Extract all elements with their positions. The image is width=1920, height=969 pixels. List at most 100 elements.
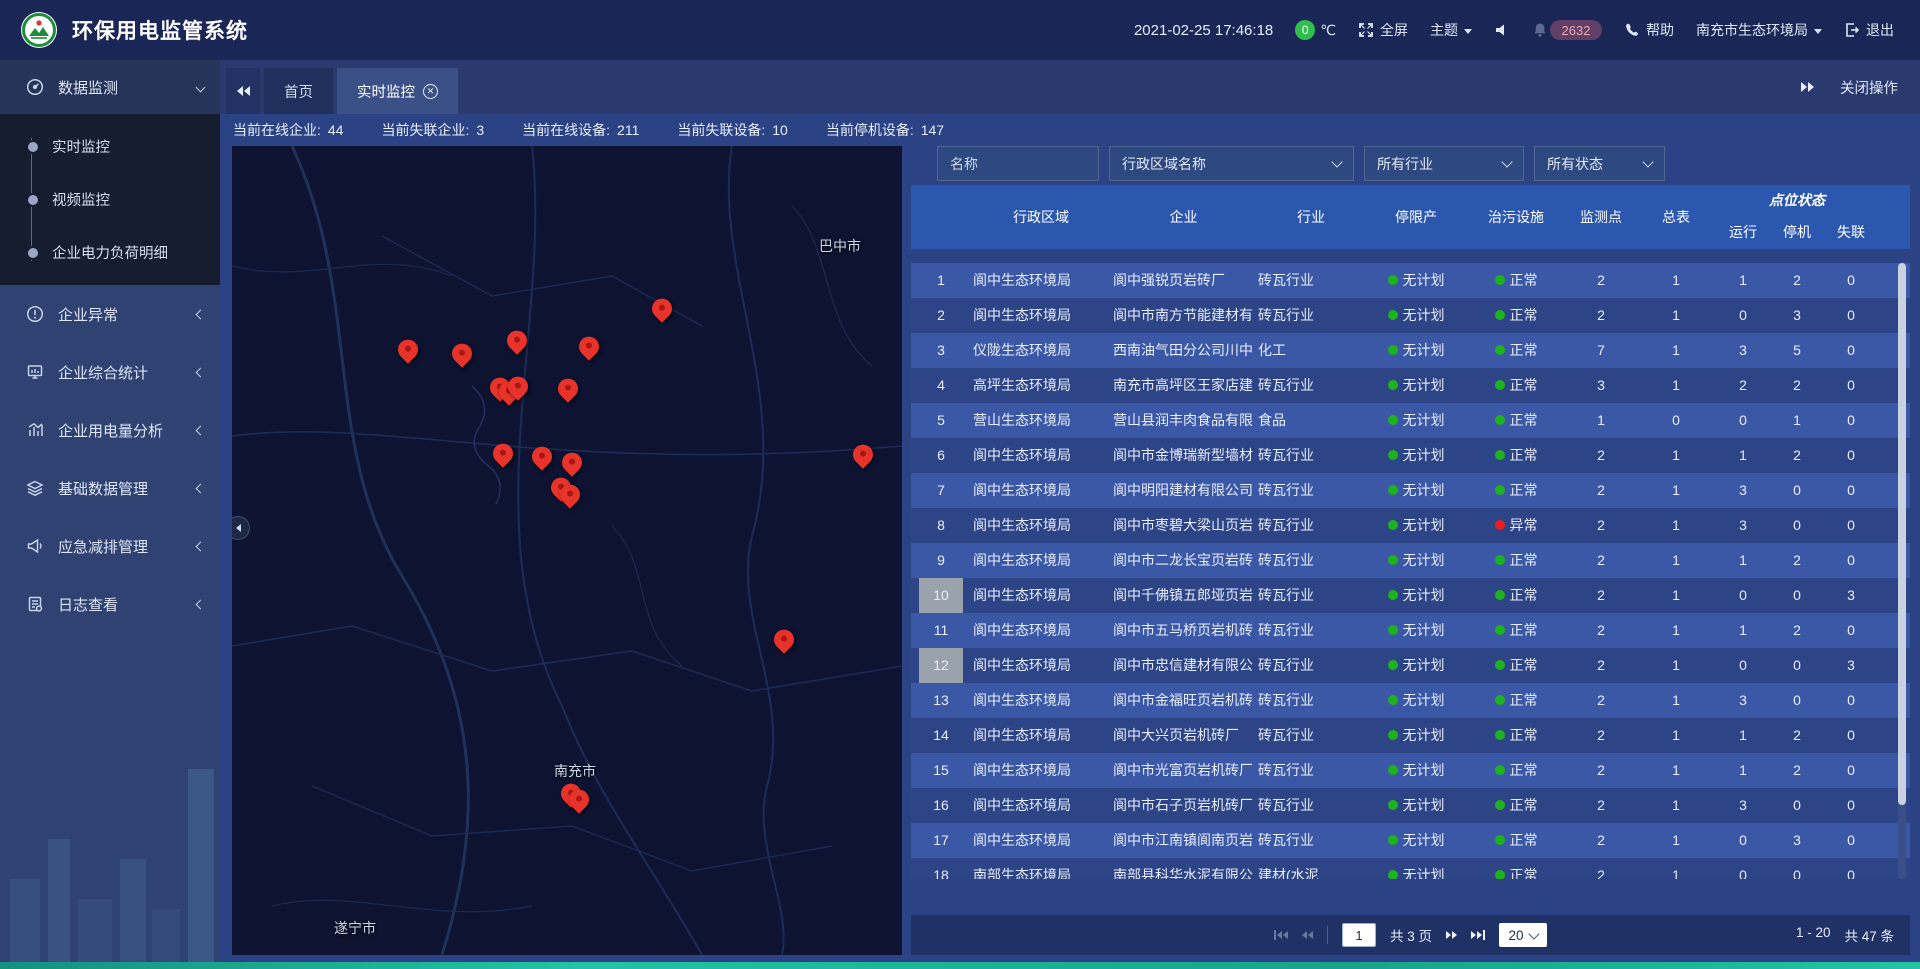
sidebar-item-data-monitor[interactable]: 数据监测	[0, 60, 220, 114]
cell-limit-status: 无计划	[1366, 543, 1466, 578]
column-header-stop[interactable]: 停机	[1770, 215, 1824, 249]
first-page-button[interactable]	[1274, 930, 1288, 940]
region-filter-select[interactable]: 行政区域名称	[1109, 146, 1354, 181]
cell-lost: 0	[1824, 438, 1878, 473]
table-row[interactable]: 2 阆中生态环境局 阆中市南方节能建材有 砖瓦行业 无计划 正常 2 1 0 3…	[911, 298, 1910, 333]
column-header-points[interactable]: 监测点	[1566, 185, 1636, 249]
map-pin[interactable]	[579, 337, 599, 357]
sidebar-item-realtime-monitor[interactable]: 实时监控	[0, 120, 220, 173]
map-pin[interactable]	[398, 340, 418, 360]
left-arrow-icon	[1283, 931, 1288, 939]
sidebar-subitem-label: 视频监控	[52, 189, 110, 210]
vertical-scrollbar[interactable]	[1898, 263, 1906, 879]
table-row[interactable]: 4 高坪生态环境局 南充市高坪区王家店建 砖瓦行业 无计划 正常 3 1 2 2…	[911, 368, 1910, 403]
table-row[interactable]: 6 阆中生态环境局 阆中市金博瑞新型墙材 砖瓦行业 无计划 正常 2 1 1 2…	[911, 438, 1910, 473]
tabs-scroll-right-button[interactable]	[1801, 82, 1814, 92]
name-filter-input[interactable]	[937, 146, 1099, 181]
sidebar-item-power-load-detail[interactable]: 企业电力负荷明细	[0, 226, 220, 279]
sidebar-item-video-monitor[interactable]: 视频监控	[0, 173, 220, 226]
map-pin[interactable]	[507, 331, 527, 351]
next-page-button[interactable]	[1446, 931, 1457, 939]
industry-filter-select[interactable]: 所有行业	[1364, 146, 1524, 181]
column-header-lost[interactable]: 失联	[1824, 215, 1878, 249]
logout-button[interactable]: 退出	[1844, 20, 1894, 40]
sidebar-item-enterprise-abnormal[interactable]: 企业异常	[0, 285, 220, 343]
table-row[interactable]: 16 阆中生态环境局 阆中市石子页岩机砖厂 砖瓦行业 无计划 正常 2 1 3 …	[911, 788, 1910, 823]
map-pin[interactable]	[652, 299, 672, 319]
sidebar-item-emergency-reduction[interactable]: 应急减排管理	[0, 517, 220, 575]
stat-value: 44	[328, 122, 344, 138]
table-row[interactable]: 12 阆中生态环境局 阆中市忠信建材有限公 砖瓦行业 无计划 正常 2 1 0 …	[911, 648, 1910, 683]
table-row[interactable]: 17 阆中生态环境局 阆中市江南镇阆南页岩 砖瓦行业 无计划 正常 2 1 0 …	[911, 823, 1910, 858]
column-header-facility[interactable]: 治污设施	[1466, 185, 1566, 249]
last-page-button[interactable]	[1471, 930, 1485, 940]
table-row[interactable]: 18 南部生态环境局 南部县科华水泥有限公 建材(水泥 无计划 正常 2 1 0…	[911, 858, 1910, 879]
cell-company: 南充市高坪区王家店建	[1111, 368, 1256, 403]
table-row[interactable]: 5 营山生态环境局 营山县润丰肉食品有限 食品 无计划 正常 1 0 0 1 0	[911, 403, 1910, 438]
status-dot	[1388, 555, 1398, 565]
status-dot	[1495, 590, 1505, 600]
tab-realtime-monitor[interactable]: 实时监控	[337, 68, 458, 114]
sidebar-item-logs[interactable]: 日志查看	[0, 575, 220, 633]
tabs-scroll-left-button[interactable]	[226, 68, 260, 114]
sidebar-item-label: 企业异常	[58, 304, 118, 325]
column-header-limit[interactable]: 停限产	[1366, 185, 1466, 249]
map-pin[interactable]	[560, 485, 580, 505]
notifications[interactable]: 2632	[1532, 20, 1602, 40]
tab-home[interactable]: 首页	[264, 68, 333, 114]
table-row[interactable]: 1 阆中生态环境局 阆中强锐页岩砖厂 砖瓦行业 无计划 正常 2 1 1 2 0	[911, 263, 1910, 298]
table-row[interactable]: 3 仪陇生态环境局 西南油气田分公司川中 化工 无计划 正常 7 1 3 5 0	[911, 333, 1910, 368]
map-pin[interactable]	[774, 630, 794, 650]
table-row[interactable]: 9 阆中生态环境局 阆中市二龙长宝页岩砖 砖瓦行业 无计划 正常 2 1 1 2…	[911, 543, 1910, 578]
sidebar-item-enterprise-statistics[interactable]: 企业综合统计	[0, 343, 220, 401]
table-row[interactable]: 15 阆中生态环境局 阆中市光富页岩机砖厂 砖瓦行业 无计划 正常 2 1 1 …	[911, 753, 1910, 788]
prev-page-button[interactable]	[1302, 931, 1313, 939]
cell-index: 4	[911, 368, 971, 403]
map-city-label: 巴中市	[819, 236, 861, 256]
column-header-meters[interactable]: 总表	[1636, 185, 1716, 249]
sidebar-submenu: 实时监控 视频监控 企业电力负荷明细	[0, 114, 220, 285]
map-pin[interactable]	[508, 377, 528, 397]
table-row[interactable]: 10 阆中生态环境局 阆中千佛镇五郎垭页岩 砖瓦行业 无计划 正常 2 1 0 …	[911, 578, 1910, 613]
volume-icon[interactable]	[1494, 22, 1510, 38]
map-pin[interactable]	[532, 447, 552, 467]
close-operations-button[interactable]: 关闭操作	[1840, 77, 1898, 98]
sidebar-item-power-analysis[interactable]: 企业用电量分析	[0, 401, 220, 459]
status-filter-select[interactable]: 所有状态	[1534, 146, 1665, 181]
scrollbar-thumb[interactable]	[1898, 263, 1906, 805]
table-row[interactable]: 13 阆中生态环境局 阆中市金福旺页岩机砖 砖瓦行业 无计划 正常 2 1 3 …	[911, 683, 1910, 718]
sidebar-item-base-data[interactable]: 基础数据管理	[0, 459, 220, 517]
help-button[interactable]: 帮助	[1624, 20, 1674, 40]
status-dot	[1495, 380, 1505, 390]
status-dot	[1388, 275, 1398, 285]
column-header-company[interactable]: 企业	[1111, 185, 1256, 249]
page-number-input[interactable]	[1342, 923, 1376, 947]
map-pin[interactable]	[493, 444, 513, 464]
column-header-run[interactable]: 运行	[1716, 215, 1770, 249]
map-pin[interactable]	[569, 790, 589, 810]
tab-close-icon[interactable]	[423, 84, 438, 99]
table-row[interactable]: 8 阆中生态环境局 阆中市枣碧大梁山页岩 砖瓦行业 无计划 异常 2 1 3 0…	[911, 508, 1910, 543]
map-pin[interactable]	[853, 445, 873, 465]
table-row[interactable]: 7 阆中生态环境局 阆中明阳建材有限公司 砖瓦行业 无计划 正常 2 1 3 0…	[911, 473, 1910, 508]
fullscreen-button[interactable]: 全屏	[1358, 20, 1408, 40]
cell-region: 阆中生态环境局	[971, 438, 1111, 473]
cell-meters: 1	[1636, 753, 1716, 788]
column-header-industry[interactable]: 行业	[1256, 185, 1366, 249]
map-pin[interactable]	[452, 344, 472, 364]
chevron-left-icon	[196, 309, 206, 319]
cell-lost: 3	[1824, 648, 1878, 683]
table-row[interactable]: 14 阆中生态环境局 阆中大兴页岩机砖厂 砖瓦行业 无计划 正常 2 1 1 2…	[911, 718, 1910, 753]
page-size-select[interactable]: 20	[1499, 923, 1547, 947]
table-row[interactable]: 11 阆中生态环境局 阆中市五马桥页岩机砖 砖瓦行业 无计划 正常 2 1 1 …	[911, 613, 1910, 648]
column-header-region[interactable]: 行政区域	[971, 185, 1111, 249]
map-pin[interactable]	[562, 453, 582, 473]
map[interactable]: 巴中市南充市遂宁市	[232, 146, 902, 955]
map-pin[interactable]	[558, 379, 578, 399]
cell-points: 2	[1566, 753, 1636, 788]
double-right-icon	[1808, 82, 1814, 92]
org-menu[interactable]: 南充市生态环境局	[1696, 20, 1822, 40]
sidebar-item-label: 基础数据管理	[58, 478, 148, 499]
cell-limit-status: 无计划	[1366, 578, 1466, 613]
theme-menu[interactable]: 主题	[1430, 20, 1472, 40]
